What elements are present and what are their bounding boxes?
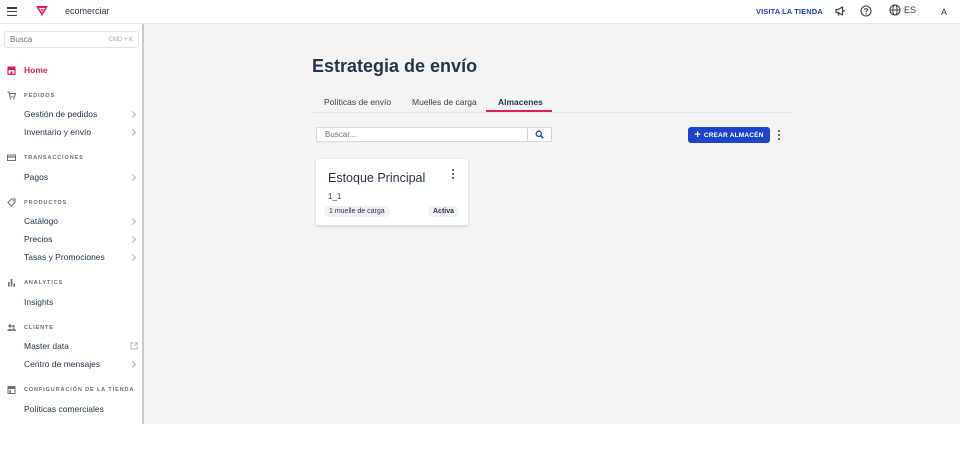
users-icon	[7, 324, 16, 331]
sidebar-item-label: Insights	[24, 297, 54, 307]
create-warehouse-button[interactable]: + CREAR ALMACÉN	[688, 127, 770, 143]
warehouse-id: 1_1	[328, 192, 342, 201]
chevron-right-icon	[128, 253, 137, 261]
section-label: PRODUCTOS	[24, 199, 68, 206]
section-label: PEDIDOS	[24, 92, 56, 99]
sidebar-item-label: Catálogo	[24, 216, 59, 226]
sidebar-item-label: Home	[24, 65, 48, 75]
warehouse-search-input[interactable]: Buscar...	[316, 127, 528, 142]
search-icon	[535, 130, 544, 139]
chevron-right-icon	[128, 217, 137, 225]
section-transacciones: TRANSACCIONES	[7, 153, 84, 162]
more-options-icon[interactable]	[776, 130, 782, 140]
sidebar-item-master-data[interactable]: Master data	[24, 339, 138, 353]
sidebar: Busca CMD + K Home PEDIDOS Gestión de pe…	[0, 24, 144, 424]
tab-politicas-envio[interactable]: Políticas de envío	[324, 97, 391, 107]
sidebar-item-label: Master data	[24, 341, 69, 351]
plus-icon: +	[694, 128, 701, 141]
language-label: ES	[904, 5, 917, 15]
help-icon[interactable]	[860, 5, 872, 17]
avatar[interactable]: A	[936, 4, 952, 20]
language-selector[interactable]: ES	[889, 4, 916, 16]
sidebar-item-label: Políticas comerciales	[24, 404, 104, 414]
section-pedidos: PEDIDOS	[7, 91, 55, 100]
chevron-right-icon	[128, 235, 137, 243]
card-icon	[7, 154, 16, 161]
sidebar-item-label: Gestión de pedidos	[24, 109, 98, 119]
external-link-icon	[130, 342, 138, 350]
account-name[interactable]: ecomerciar	[65, 6, 110, 16]
card-options-icon[interactable]	[450, 169, 456, 179]
section-productos: PRODUCTOS	[7, 198, 67, 207]
store-icon	[7, 66, 16, 75]
tab-almacenes[interactable]: Almacenes	[498, 97, 543, 107]
sidebar-item-catalogo[interactable]: Catálogo	[24, 214, 138, 228]
bottom-strip	[0, 424, 960, 449]
tab-muelles-carga[interactable]: Muelles de carga	[412, 97, 477, 107]
search-button[interactable]	[528, 127, 552, 142]
chevron-right-icon	[128, 360, 137, 368]
chevron-right-icon	[128, 173, 137, 181]
sidebar-item-pagos[interactable]: Pagos	[24, 170, 138, 184]
sidebar-item-centro-mensajes[interactable]: Centro de mensajes	[24, 357, 138, 371]
cart-icon	[7, 91, 16, 100]
tab-bar: Políticas de envío Muelles de carga Alma…	[312, 90, 792, 113]
section-configuracion: CONFIGURACIÓN DE LA TIENDA	[7, 385, 134, 394]
page-title: Estrategia de envío	[312, 56, 478, 76]
vtex-logo-icon[interactable]	[35, 5, 49, 17]
sidebar-item-home[interactable]: Home	[7, 65, 48, 75]
sidebar-search-placeholder: Busca	[10, 35, 33, 44]
status-badge: Activa	[428, 206, 460, 217]
section-label: CONFIGURACIÓN DE LA TIENDA	[24, 386, 135, 393]
create-warehouse-label: CREAR ALMACÉN	[703, 131, 764, 139]
sidebar-item-label: Precios	[24, 234, 53, 244]
chevron-right-icon	[128, 110, 137, 118]
globe-icon	[889, 4, 901, 16]
section-label: TRANSACCIONES	[24, 154, 84, 161]
warehouse-search-placeholder: Buscar...	[325, 130, 357, 139]
sidebar-item-gestion-pedidos[interactable]: Gestión de pedidos	[24, 107, 138, 121]
search-shortcut: CMD + K	[108, 36, 133, 43]
sidebar-item-tasas-promociones[interactable]: Tasas y Promociones	[24, 250, 138, 264]
sidebar-search-input[interactable]: Busca CMD + K	[4, 31, 139, 48]
tag-icon	[7, 198, 16, 207]
megaphone-icon[interactable]	[834, 5, 846, 17]
menu-icon[interactable]	[7, 7, 17, 16]
sidebar-item-politicas-comerciales[interactable]: Políticas comerciales	[24, 402, 138, 416]
visit-store-link[interactable]: VISITA LA TIENDA	[756, 7, 823, 16]
section-cliente: CLIENTE	[7, 323, 54, 332]
chevron-right-icon	[128, 128, 137, 136]
bar-chart-icon	[8, 279, 15, 287]
active-tab-indicator	[486, 110, 552, 112]
section-analytics: ANALYTICS	[7, 278, 63, 287]
sidebar-item-label: Tasas y Promociones	[24, 252, 105, 262]
sidebar-item-inventario-envio[interactable]: Inventario y envío	[24, 125, 138, 139]
docks-count-badge: 1 muelle de carga	[324, 206, 390, 217]
top-bar: ecomerciar VISITA LA TIENDA ES A	[0, 0, 960, 24]
sidebar-item-label: Inventario y envío	[24, 127, 92, 137]
sidebar-item-label: Pagos	[24, 172, 49, 182]
store-settings-icon	[7, 386, 16, 394]
section-label: CLIENTE	[24, 324, 54, 331]
sidebar-item-precios[interactable]: Precios	[24, 232, 138, 246]
section-label: ANALYTICS	[24, 279, 64, 286]
main-content: Estrategia de envío Políticas de envío M…	[144, 24, 960, 424]
sidebar-item-insights[interactable]: Insights	[24, 295, 138, 309]
warehouse-name: Estoque Principal	[328, 171, 426, 185]
sidebar-item-label: Centro de mensajes	[24, 359, 101, 369]
warehouse-card[interactable]: Estoque Principal 1_1 1 muelle de carga …	[316, 159, 468, 225]
